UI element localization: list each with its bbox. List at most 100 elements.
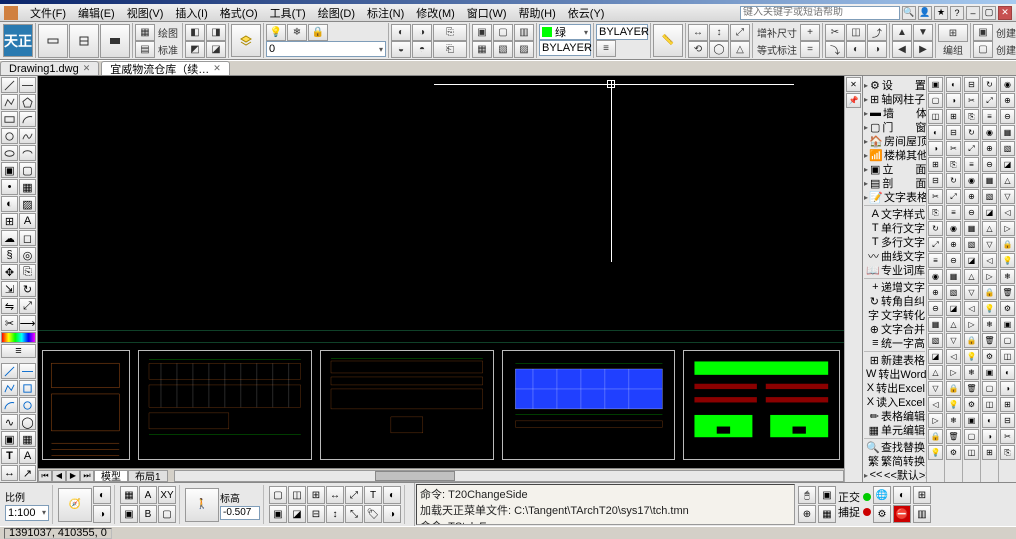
strip-3-btn-10[interactable]: ▽ — [982, 237, 997, 252]
mod-4[interactable]: ⤵ — [825, 41, 845, 58]
strip-2-btn-16[interactable]: 🔒 — [964, 333, 979, 348]
prop-1[interactable]: ◐ — [391, 24, 411, 41]
strip-0-btn-15[interactable]: ▦ — [928, 317, 943, 332]
strip-0-btn-8[interactable]: ⎘ — [928, 205, 943, 220]
menu-yiyun[interactable]: 依云(Y) — [562, 4, 611, 22]
strip-1-btn-5[interactable]: ⎘ — [946, 157, 961, 172]
hatch-tool[interactable]: ▦ — [19, 179, 36, 195]
expand-icon[interactable]: ▸ — [864, 151, 868, 160]
expand-icon[interactable]: ▸ — [864, 179, 868, 188]
m2-dim[interactable]: ↔ — [1, 465, 18, 481]
strip-4-btn-12[interactable]: ❄ — [1000, 269, 1015, 284]
grp-2[interactable]: ▢ — [973, 41, 993, 58]
wipeout-tool[interactable]: ◻ — [19, 230, 36, 246]
thumb-2[interactable] — [138, 350, 312, 460]
strip-4-btn-15[interactable]: ▣ — [1000, 317, 1015, 332]
m2-line[interactable] — [1, 363, 18, 379]
strip-3-btn-14[interactable]: 💡 — [982, 301, 997, 316]
mtext-tool[interactable]: A — [19, 213, 36, 229]
strip-3-btn-18[interactable]: ▣ — [982, 365, 997, 380]
insert-block-tool[interactable]: ▣ — [1, 162, 18, 178]
t3d-2[interactable]: ▼ — [913, 24, 933, 41]
tree-item-16[interactable]: +递增文字 — [864, 280, 925, 294]
ext-2[interactable]: = — [800, 41, 820, 58]
br-6[interactable]: ⚙ — [873, 505, 891, 523]
doc-tab-1-close-icon[interactable]: ✕ — [83, 63, 91, 74]
strip-0-btn-9[interactable]: ↻ — [928, 221, 943, 236]
close-icon[interactable]: ✕ — [998, 6, 1012, 20]
strip-2-btn-8[interactable]: ⊖ — [964, 205, 979, 220]
strip-4-btn-8[interactable]: ◁ — [1000, 205, 1015, 220]
strip-0-btn-16[interactable]: ▧ — [928, 333, 943, 348]
tree-item-27[interactable]: ▦单元编辑 — [864, 423, 925, 437]
expand-icon[interactable]: ▸ — [864, 165, 868, 174]
thumb-5[interactable] — [683, 350, 840, 460]
strip-0-btn-10[interactable]: ⤢ — [928, 237, 943, 252]
strip-4-btn-17[interactable]: ◫ — [1000, 349, 1015, 364]
d2[interactable]: ◑ — [93, 505, 111, 523]
prop-2[interactable]: ◑ — [412, 24, 432, 41]
br-2[interactable]: ⊕ — [798, 505, 816, 523]
e4[interactable]: ◪ — [288, 505, 306, 523]
strip-3-btn-7[interactable]: ▧ — [982, 189, 997, 204]
br-4[interactable]: ▦ — [818, 505, 836, 523]
prop-3[interactable]: ⎘ — [433, 24, 467, 41]
e10[interactable]: ⤡ — [345, 505, 363, 523]
strip-3-btn-19[interactable]: ▢ — [982, 381, 997, 396]
tree-item-23[interactable]: W转出Word — [864, 367, 925, 381]
strip-2-btn-14[interactable]: ◁ — [964, 301, 979, 316]
prop-5[interactable]: ◓ — [412, 41, 432, 58]
m2-mtext[interactable]: A — [19, 448, 36, 464]
strip-2-btn-23[interactable]: ◫ — [964, 445, 979, 460]
strip-3-btn-11[interactable]: ◁ — [982, 253, 997, 268]
strip-4-btn-23[interactable]: ⎘ — [1000, 445, 1015, 460]
strip-2-btn-11[interactable]: ◪ — [964, 253, 979, 268]
br-8[interactable]: ⛔ — [893, 505, 911, 523]
tree-item-0[interactable]: ▸⚙设 置 — [864, 78, 925, 92]
menu-window[interactable]: 窗口(W) — [461, 4, 513, 22]
strip-2-btn-13[interactable]: ▽ — [964, 285, 979, 300]
grp-1[interactable]: ▣ — [973, 24, 993, 41]
menu-draw[interactable]: 绘图(D) — [312, 4, 361, 22]
strip-0-btn-11[interactable]: ≡ — [928, 253, 943, 268]
tool-a2[interactable]: ▤ — [135, 41, 155, 58]
tree-item-22[interactable]: ⊞新建表格 — [864, 353, 925, 367]
strip-3-btn-23[interactable]: ⊞ — [982, 445, 997, 460]
strip-0-btn-17[interactable]: ◪ — [928, 349, 943, 364]
dim-4[interactable]: ⟲ — [688, 41, 708, 58]
tree-item-17[interactable]: ↻转角自纠 — [864, 294, 925, 308]
e7[interactable]: ↔ — [326, 486, 344, 504]
strip-0-btn-19[interactable]: ▽ — [928, 381, 943, 396]
strip-2-btn-21[interactable]: ▣ — [964, 413, 979, 428]
strip-3-btn-6[interactable]: ▦ — [982, 173, 997, 188]
menu-modify[interactable]: 修改(M) — [410, 4, 461, 22]
expand-icon[interactable]: ▸ — [864, 109, 868, 118]
strip-3-btn-15[interactable]: ❄ — [982, 317, 997, 332]
layer-combo[interactable]: 0 — [266, 41, 386, 57]
circle-tool[interactable] — [1, 128, 18, 144]
color-combo[interactable]: 绿 — [539, 24, 591, 40]
strip-0-btn-13[interactable]: ⊕ — [928, 285, 943, 300]
mirror-tool[interactable]: ⇋ — [1, 298, 18, 314]
extend-tool[interactable]: ⟶ — [19, 315, 36, 331]
strip-2-btn-12[interactable]: △ — [964, 269, 979, 284]
menu-tools[interactable]: 工具(T) — [264, 4, 312, 22]
expand-icon[interactable]: ▸ — [864, 471, 868, 480]
tool-b4[interactable]: ◪ — [206, 41, 226, 58]
e14[interactable]: ◑ — [383, 505, 401, 523]
m2-hatch[interactable]: ▦ — [19, 431, 36, 447]
strip-4-btn-13[interactable]: 🗑 — [1000, 285, 1015, 300]
tree-item-7[interactable]: ▸▤剖 面 — [864, 176, 925, 190]
xline-tool[interactable] — [19, 77, 36, 93]
strip-0-btn-0[interactable]: ▣ — [928, 77, 943, 92]
strip-1-btn-7[interactable]: ⤢ — [946, 189, 961, 204]
d7[interactable]: XY — [158, 486, 176, 504]
strip-3-btn-8[interactable]: ◪ — [982, 205, 997, 220]
horizontal-scrollbar[interactable] — [174, 470, 844, 482]
strip-3-btn-17[interactable]: ⚙ — [982, 349, 997, 364]
strip-1-btn-15[interactable]: △ — [946, 317, 961, 332]
m2-text[interactable]: T — [1, 448, 18, 464]
tree-item-1[interactable]: ▸⊞轴网柱子 — [864, 92, 925, 106]
t3d-3[interactable]: ◀ — [892, 41, 912, 58]
strip-1-btn-9[interactable]: ◉ — [946, 221, 961, 236]
